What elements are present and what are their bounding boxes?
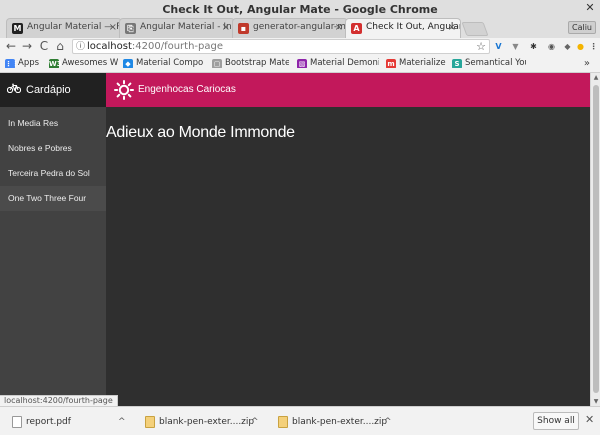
new-tab-button[interactable] (461, 22, 489, 36)
menu-item-in-media-res[interactable]: In Media Res (0, 111, 106, 136)
gear-extension-icon[interactable]: ✱ (528, 41, 539, 52)
menu-item-terceira-pedra[interactable]: Terceira Pedra do Sol (0, 161, 106, 186)
url-path: :4200/fourth-page (131, 41, 224, 52)
url-host: localhost (87, 41, 132, 52)
tab-close-icon[interactable]: × (335, 22, 343, 33)
bookmark-apps[interactable]: ⋮⋮ Apps (5, 58, 45, 68)
close-shelf-icon[interactable]: ✕ (585, 413, 594, 426)
download-item-report[interactable]: report.pdf ^ (10, 413, 130, 431)
sidenav-title: Cardápio (26, 84, 71, 96)
sidenav: Cardápio In Media Res Nobres e Pobres Te… (0, 73, 106, 406)
bicycle-icon (7, 83, 21, 93)
apps-grid-icon: ⋮⋮ (5, 59, 19, 68)
download-shelf: report.pdf ^ blank-pen-exter....zip ^ bl… (0, 406, 600, 435)
download-filename: blank-pen-exter....zip (159, 417, 255, 427)
vuejs-extension-icon[interactable]: V (493, 41, 504, 52)
window-close-icon[interactable]: ✕ (584, 2, 596, 14)
bookmark-label: Materialize-o (399, 58, 446, 68)
pdf-file-icon (12, 416, 22, 428)
menu-item-nobres-e-pobres[interactable]: Nobres e Pobres (0, 136, 106, 161)
angular-favicon-icon: A (351, 23, 362, 34)
scroll-up-icon[interactable]: ▲ (592, 74, 600, 81)
profile-badge[interactable]: Caliu (567, 21, 596, 34)
tab-close-icon[interactable]: × (222, 22, 230, 33)
bookmark-material-components[interactable]: ⬥ Material Compone (123, 58, 204, 68)
tab-strip: M Angular Material — Pa × ⎘ Angular Mate… (6, 18, 489, 38)
page-viewport: Cardápio In Media Res Nobres e Pobres Te… (0, 73, 600, 406)
back-arrow-icon[interactable]: ← (4, 39, 18, 54)
download-item-zip-1[interactable]: blank-pen-exter....zip ^ (143, 413, 263, 431)
page-favicon-icon: ⎘ (125, 23, 136, 34)
bookmark-label: Bootstrap Materia (225, 58, 289, 68)
bookmarks-bar: ⋮⋮ Apps W3 Awesomes W3 ⬥ Material Compon… (0, 56, 600, 73)
download-options-icon[interactable]: ^ (251, 413, 259, 431)
download-options-icon[interactable]: ^ (118, 413, 126, 431)
bookmark-semantical-you[interactable]: S Semantical You (452, 58, 526, 68)
bookmark-awesomes-w3[interactable]: W3 Awesomes W3 (49, 58, 119, 68)
semantic-icon: S (452, 59, 462, 68)
target-extension-icon[interactable]: ◉ (546, 41, 557, 52)
download-filename: report.pdf (26, 417, 71, 427)
diamond-extension-icon[interactable]: ◆ (562, 41, 573, 52)
zip-file-icon (278, 416, 288, 428)
bookmark-label: Awesomes W3 (62, 58, 119, 68)
status-bubble: localhost:4200/fourth-page (0, 395, 118, 406)
scroll-down-icon[interactable]: ▼ (592, 398, 600, 405)
tab-angular-material-palette[interactable]: M Angular Material — Pa × (6, 18, 122, 38)
bookmarks-overflow-icon[interactable]: » (584, 58, 590, 69)
material-demonics-icon: ▧ (297, 59, 307, 68)
material-favicon-icon: M (12, 23, 23, 34)
zip-file-icon (145, 416, 155, 428)
bookmark-label: Apps (18, 58, 40, 68)
show-all-button[interactable]: Show all (533, 412, 579, 430)
site-info-icon[interactable]: ⓘ (76, 41, 85, 54)
tab-close-icon[interactable]: × (448, 22, 456, 33)
page-scrollbar[interactable]: ▲ ▼ (590, 73, 600, 406)
npm-favicon-icon: ▪ (238, 23, 249, 34)
chrome-menu-icon[interactable]: ⋮ (588, 41, 599, 52)
scrollbar-thumb[interactable] (593, 85, 599, 393)
bookmark-label: Semantical You (465, 58, 526, 68)
tab-angular-material-intro[interactable]: ⎘ Angular Material - Intr × (119, 18, 235, 38)
menu-item-one-two-three-four[interactable]: One Two Three Four (0, 186, 106, 211)
app-toolbar-title: Engenhocas Cariocas (138, 84, 236, 95)
bookmark-bootstrap-material[interactable]: ▢ Bootstrap Materia (212, 58, 289, 68)
page-icon: ▢ (212, 59, 222, 68)
tab-generator-angular[interactable]: ▪ generator-angular-ma × (232, 18, 348, 38)
forward-arrow-icon[interactable]: → (20, 39, 34, 54)
coin-extension-icon[interactable]: ● (575, 41, 586, 52)
w3-icon: W3 (49, 59, 62, 68)
bookmark-star-icon[interactable]: ☆ (476, 40, 486, 53)
home-icon[interactable]: ⌂ (53, 39, 67, 54)
material-components-icon: ⬥ (123, 59, 133, 68)
reload-icon[interactable]: C (37, 39, 51, 54)
tab-check-it-out[interactable]: A Check It Out, Angular × (345, 18, 461, 38)
download-options-icon[interactable]: ^ (384, 413, 392, 431)
bookmark-label: Material Compone (136, 58, 204, 68)
address-bar[interactable]: ⓘ localhost:4200/fourth-page ☆ (72, 39, 490, 54)
bookmark-label: Material Demonics (310, 58, 379, 68)
sidenav-menu: In Media Res Nobres e Pobres Terceira Pe… (0, 111, 106, 211)
app-toolbar: Engenhocas Cariocas (106, 73, 590, 107)
materialize-icon: m (386, 59, 396, 68)
download-filename: blank-pen-exter....zip (292, 417, 388, 427)
bookmark-materialize[interactable]: m Materialize-o (386, 58, 446, 68)
sun-logo-icon (114, 80, 134, 100)
browser-toolbar: ← → C ⌂ ⓘ localhost:4200/fourth-page ☆ V… (0, 38, 600, 56)
download-item-zip-2[interactable]: blank-pen-exter....zip ^ (276, 413, 396, 431)
page-heading: Adieux ao Monde Immonde (106, 124, 295, 141)
tab-close-icon[interactable]: × (109, 22, 117, 33)
window-title: Check It Out, Angular Mate - Google Chro… (162, 3, 438, 16)
bookmark-material-demonics[interactable]: ▧ Material Demonics (297, 58, 379, 68)
sidenav-header: Cardápio (0, 73, 106, 107)
window-titlebar: Check It Out, Angular Mate - Google Chro… (0, 0, 600, 38)
filter-extension-icon[interactable]: ▼ (510, 41, 521, 52)
